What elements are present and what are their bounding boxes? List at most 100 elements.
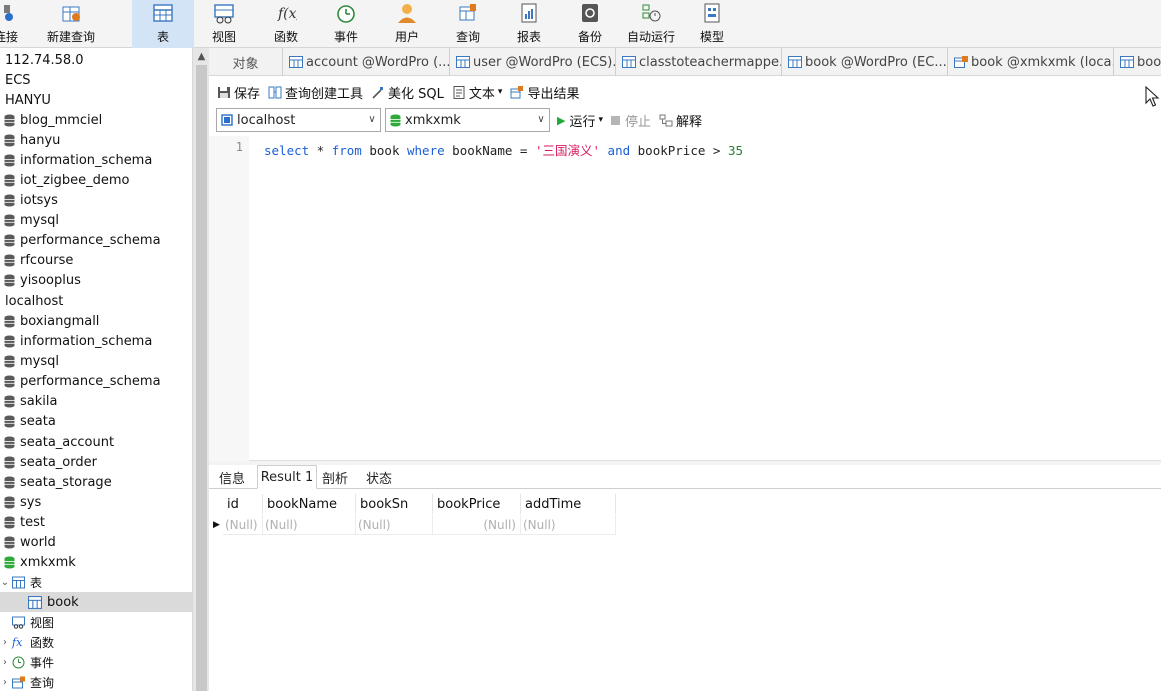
toolbar-schedule-button[interactable]: 自动运行	[622, 0, 680, 48]
database-icon	[4, 154, 15, 166]
tree-folder-queries[interactable]: › 查询	[0, 672, 192, 691]
tab-classtoteachermapper-table[interactable]: classtoteachermappe...	[616, 48, 782, 76]
chevron-right-icon[interactable]: ›	[0, 677, 10, 688]
explain-icon	[659, 114, 673, 126]
column-header-bookprice[interactable]: bookPrice	[433, 494, 521, 514]
tree-item-label: seata_storage	[20, 474, 112, 490]
tab-label: 信息	[218, 471, 245, 487]
tab-profile[interactable]: 剖析	[319, 465, 351, 489]
column-header-booksn[interactable]: bookSn	[356, 494, 433, 514]
tree-folder-views[interactable]: 视图	[0, 612, 192, 632]
tree-database-item[interactable]: sakila	[0, 391, 192, 411]
export-results-button[interactable]: 导出结果	[510, 83, 579, 102]
tree-database-item[interactable]: test	[0, 512, 192, 532]
toolbar-event-button[interactable]: 事件	[322, 0, 370, 48]
text-dropdown-button[interactable]: 文本 ▾	[452, 83, 502, 102]
toolbar-query-label: 查询	[455, 30, 480, 44]
tab-status[interactable]: 状态	[361, 465, 397, 489]
run-button[interactable]: ▶ 运行 ▾	[557, 111, 603, 130]
function-icon: f(x)	[277, 6, 297, 22]
beautify-sql-button[interactable]: 美化 SQL	[371, 83, 444, 102]
tab-book-wordpro-table[interactable]: book @WordPro (EC...	[782, 48, 948, 76]
tree-database-item[interactable]: hanyu	[0, 130, 192, 150]
tree-database-item[interactable]: seata_storage	[0, 472, 192, 492]
table-cell[interactable]: (Null)	[521, 515, 616, 535]
tree-item-label: sakila	[20, 393, 58, 409]
connection-select[interactable]: localhost ∨	[216, 108, 381, 132]
tree-connection-item[interactable]: 112.74.58.0	[0, 50, 192, 70]
tab-info[interactable]: 信息	[213, 465, 251, 489]
tree-database-item[interactable]: information_schema	[0, 331, 192, 351]
tab-objects[interactable]: 对象	[209, 48, 283, 76]
tree-database-item[interactable]: mysql	[0, 210, 192, 230]
toolbar-connect-button[interactable]: 连接	[0, 0, 24, 48]
tree-database-item[interactable]: information_schema	[0, 150, 192, 170]
chevron-right-icon[interactable]: ›	[0, 637, 10, 648]
tree-item-label: information_schema	[20, 333, 153, 349]
toolbar-backup-button[interactable]: 备份	[566, 0, 614, 48]
tab-label: book @xmkxmk (loca...	[971, 54, 1114, 70]
sql-editor[interactable]: 1 select * from book where bookName = '三…	[209, 136, 1161, 461]
tree-database-item[interactable]: world	[0, 532, 192, 552]
toolbar-user-button[interactable]: 用户	[383, 0, 431, 48]
tree-item-label: 表	[30, 575, 43, 590]
tree-database-item[interactable]: seata_order	[0, 452, 192, 472]
tab-book-xmkxmk-query[interactable]: book @xmkxmk (loca...	[948, 48, 1114, 76]
table-cell[interactable]: (Null)	[433, 515, 521, 535]
sql-code-line[interactable]: select * from book where bookName = '三国演…	[264, 140, 743, 159]
explain-button[interactable]: 解释	[659, 111, 702, 130]
tree-database-item[interactable]: blog_mmciel	[0, 110, 192, 130]
tree-database-item[interactable]: sys	[0, 492, 192, 512]
tree-database-item[interactable]: seata	[0, 411, 192, 431]
chevron-down-icon[interactable]: ∨	[364, 109, 380, 131]
scroll-up-arrow-icon[interactable]: ▲	[193, 48, 210, 65]
tree-database-item[interactable]: iot_zigbee_demo	[0, 170, 192, 190]
toolbar-view-button[interactable]: 视图	[200, 0, 248, 48]
tree-folder-events[interactable]: › 事件	[0, 652, 192, 672]
column-header-bookname[interactable]: bookName	[263, 494, 356, 514]
tree-database-item[interactable]: yisooplus	[0, 270, 192, 290]
toolbar-model-button[interactable]: 模型	[688, 0, 736, 48]
tree-database-item-open[interactable]: xmkxmk	[0, 552, 192, 572]
tree-database-item[interactable]: performance_schema	[0, 230, 192, 250]
tab-account-table[interactable]: account @WordPro (...	[283, 48, 450, 76]
tab-result-1[interactable]: Result 1	[257, 465, 317, 489]
chevron-down-icon[interactable]: ⌄	[0, 577, 10, 588]
toolbar-function-button[interactable]: f(x) 函数	[262, 0, 310, 48]
tree-database-item[interactable]: seata_account	[0, 432, 192, 452]
table-cell[interactable]: (Null)	[223, 515, 263, 535]
tree-item-label: seata_account	[20, 434, 115, 450]
cell-value: (Null)	[523, 517, 556, 532]
event-clock-icon	[337, 5, 355, 23]
database-select[interactable]: xmkxmk ∨	[385, 108, 550, 132]
table-cell[interactable]: (Null)	[263, 515, 356, 535]
tree-database-item[interactable]: iotsys	[0, 190, 192, 210]
tree-database-item[interactable]: mysql	[0, 351, 192, 371]
tree-database-item[interactable]: performance_schema	[0, 371, 192, 391]
tree-database-item[interactable]: boxiangmall	[0, 311, 192, 331]
tree-connection-item[interactable]: localhost	[0, 291, 192, 311]
tree-connection-item[interactable]: HANYU	[0, 90, 192, 110]
tree-folder-functions[interactable]: › fx 函数	[0, 632, 192, 652]
tab-user-table[interactable]: user @WordPro (ECS)...	[450, 48, 616, 76]
toolbar-new-query-button[interactable]: 新建查询	[42, 0, 100, 48]
column-header-addtime[interactable]: addTime	[521, 494, 616, 514]
tab-book-overflow[interactable]: boo	[1114, 48, 1161, 76]
table-cell[interactable]: (Null)	[356, 515, 433, 535]
save-button[interactable]: 保存	[217, 83, 260, 102]
tab-label: 对象	[232, 56, 259, 72]
toolbar-report-button[interactable]: 报表	[505, 0, 553, 48]
tree-database-item[interactable]: rfcourse	[0, 250, 192, 270]
query-builder-button[interactable]: 查询创建工具	[268, 83, 363, 102]
column-header-id[interactable]: id	[223, 494, 263, 514]
tree-connection-item[interactable]: ECS	[0, 70, 192, 90]
stop-button[interactable]: 停止	[611, 111, 651, 130]
toolbar-query-button[interactable]: 查询	[444, 0, 492, 48]
toolbar-table-button[interactable]: 表	[132, 0, 194, 48]
tree-folder-tables[interactable]: ⌄ 表	[0, 572, 192, 592]
sidebar-scrollbar[interactable]: ▲	[192, 48, 209, 691]
chevron-down-icon[interactable]: ∨	[533, 109, 549, 131]
tree-table-item-book[interactable]: book	[0, 592, 192, 612]
scrollbar-thumb[interactable]	[196, 65, 207, 691]
chevron-right-icon[interactable]: ›	[0, 657, 10, 668]
